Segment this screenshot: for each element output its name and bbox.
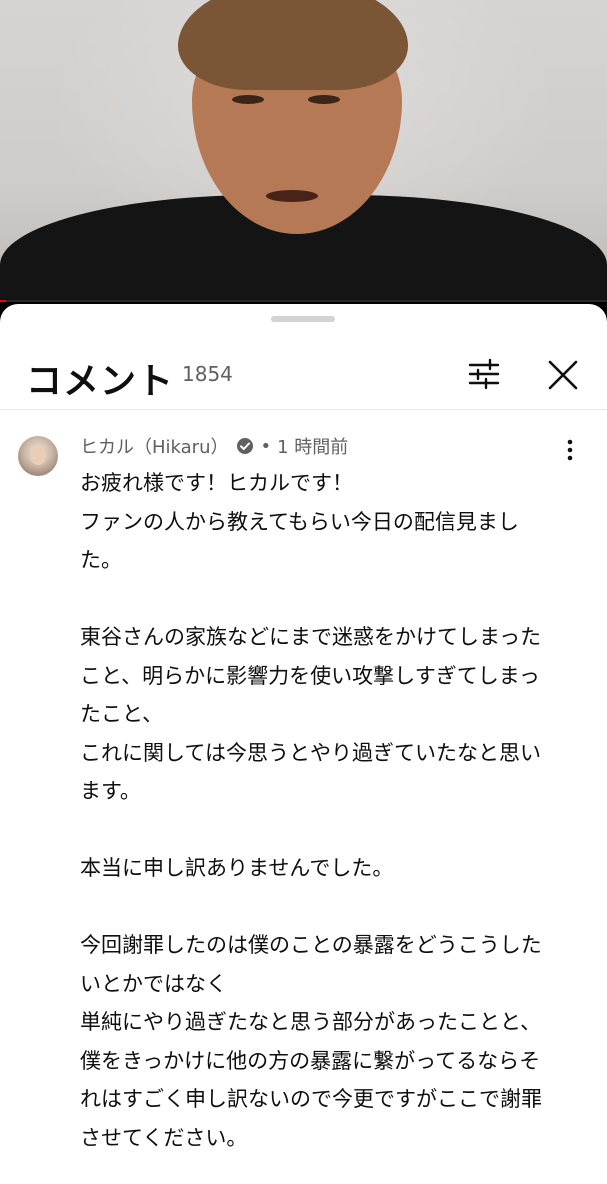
sheet-drag-handle[interactable] — [271, 316, 335, 322]
comments-sheet: コメント 1854 ヒカル（Hikaru） • 1 時間前 お疲れ様です！ヒカル… — [0, 304, 607, 1184]
avatar[interactable] — [18, 436, 58, 476]
video-progress-bar[interactable] — [0, 300, 607, 302]
video-person-hair — [178, 0, 408, 90]
verified-check-icon — [236, 437, 254, 455]
comment-meta: ヒカル（Hikaru） • 1 時間前 — [80, 433, 348, 459]
comments-count: 1854 — [182, 362, 233, 386]
comment-timestamp: 1 時間前 — [277, 437, 349, 458]
video-progress-fill — [0, 300, 7, 302]
comments-title: コメント — [26, 361, 175, 402]
video-person-eye — [308, 95, 340, 104]
header-divider — [0, 409, 607, 410]
meta-separator: • — [260, 435, 272, 457]
comment-author[interactable]: ヒカル（Hikaru） — [80, 433, 228, 459]
sliders-icon[interactable] — [464, 354, 504, 394]
comments-header: コメント 1854 — [0, 342, 607, 412]
avatar-face — [30, 447, 46, 465]
close-icon[interactable] — [542, 354, 584, 396]
more-vert-icon[interactable] — [556, 434, 584, 466]
comment-item: ヒカル（Hikaru） • 1 時間前 お疲れ様です！ヒカルです！ ファンの人か… — [0, 424, 607, 1184]
video-person-mouth — [266, 190, 318, 202]
video-player[interactable] — [0, 0, 607, 302]
video-person-eye — [232, 95, 264, 104]
comment-text: お疲れ様です！ヒカルです！ ファンの人から教えてもらい今日の配信見まし た。 東… — [80, 471, 542, 1150]
